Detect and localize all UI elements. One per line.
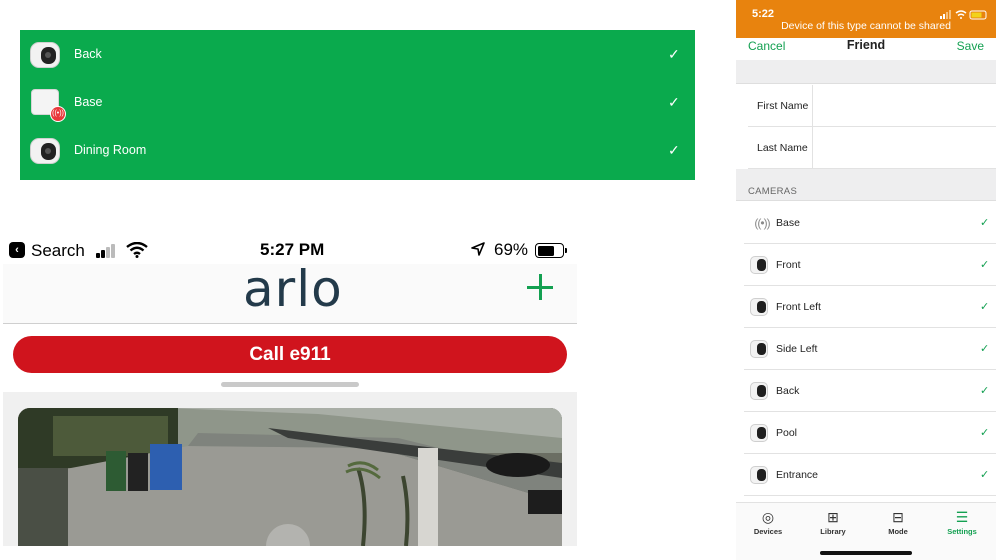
cellular-signal-icon	[96, 244, 118, 258]
camera-row-back[interactable]: Back ✓	[744, 370, 996, 412]
checkmark-icon: ✓	[668, 45, 680, 62]
arlo-logo: arlo	[243, 260, 343, 318]
camera-row-side-left[interactable]: Side Left ✓	[744, 328, 996, 370]
camera-icon	[748, 423, 770, 443]
app-header: arlo	[3, 260, 577, 324]
location-arrow-icon	[471, 242, 485, 256]
camera-name: Front	[776, 259, 801, 271]
camera-icon	[30, 134, 62, 166]
camera-icon	[748, 297, 770, 317]
camera-feed[interactable]	[18, 408, 562, 546]
camera-icon	[748, 255, 770, 275]
first-name-field[interactable]	[818, 91, 988, 121]
checkmark-icon: ✓	[980, 217, 990, 229]
navigation-bar: Cancel Friend Save	[736, 38, 996, 60]
device-label: Dining Room	[74, 143, 147, 157]
mode-icon: ⊟	[892, 509, 904, 525]
status-time: 5:22	[752, 8, 775, 20]
device-label: Base	[74, 95, 103, 109]
checkmark-icon: ✓	[980, 469, 990, 481]
warning-banner: 5:22 Device of this type cannot be share…	[736, 0, 996, 38]
checkmark-icon: ✓	[980, 301, 990, 313]
camera-name: Back	[776, 385, 800, 397]
status-time: 5:27 PM	[260, 240, 325, 259]
last-name-field[interactable]	[818, 133, 988, 163]
share-warning-text: Device of this type cannot be shared	[781, 20, 951, 32]
save-button[interactable]: Save	[957, 39, 984, 53]
device-row-base[interactable]: ((•)) Base ✓	[20, 78, 695, 126]
tab-label: Library	[820, 527, 846, 536]
camera-icon	[748, 381, 770, 401]
tab-label: Settings	[947, 527, 977, 536]
checkmark-icon: ✓	[668, 93, 680, 110]
wifi-icon	[126, 242, 148, 258]
drag-handle[interactable]	[221, 382, 359, 387]
add-device-button[interactable]	[525, 272, 555, 302]
camera-row-pool[interactable]: Pool ✓	[744, 412, 996, 454]
home-indicator	[820, 551, 912, 555]
camera-name: Front Left	[776, 301, 821, 313]
tab-label: Devices	[753, 527, 783, 536]
settings-icon: ☰	[955, 509, 969, 525]
battery-icon	[535, 243, 567, 258]
last-name-row: Last Name	[748, 127, 996, 169]
tab-mode[interactable]: ⊟ Mode	[868, 507, 928, 543]
device-row-dining-room[interactable]: Dining Room ✓	[20, 126, 695, 174]
tab-library[interactable]: ⊞ Library	[803, 507, 863, 543]
status-icons	[940, 10, 987, 20]
camera-name: Base	[776, 217, 800, 229]
device-selection-panel: Back ✓ ((•)) Base ✓ Dining Room ✓	[20, 30, 695, 180]
tab-settings[interactable]: ☰ Settings	[932, 507, 992, 543]
camera-row-front-left[interactable]: Front Left ✓	[744, 286, 996, 328]
composite-screenshot: Back ✓ ((•)) Base ✓ Dining Room ✓ ‹ Sear…	[0, 0, 999, 560]
library-icon: ⊞	[827, 509, 839, 525]
camera-icon	[748, 465, 770, 485]
base-station-icon: ((•))	[754, 216, 770, 230]
device-label: Back	[74, 47, 102, 61]
section-spacer	[736, 60, 996, 84]
back-to-app-icon[interactable]: ‹	[9, 242, 25, 258]
checkmark-icon: ✓	[980, 427, 990, 439]
camera-row-front[interactable]: Front ✓	[744, 244, 996, 286]
first-name-row: First Name	[748, 85, 996, 127]
section-header-label: CAMERAS	[748, 186, 798, 197]
back-app-label[interactable]: Search	[31, 241, 85, 261]
camera-name: Pool	[776, 427, 798, 439]
call-e911-button[interactable]: Call e911	[13, 336, 567, 373]
tab-devices[interactable]: ◎ Devices	[738, 507, 798, 543]
arlo-app-screen: ‹ Search 5:27 PM 69% arlo Call e911	[0, 232, 578, 546]
tab-bar: ◎ Devices ⊞ Library ⊟ Mode ☰ Settings	[736, 502, 996, 560]
base-station-icon: ((•))	[30, 86, 66, 122]
last-name-label: Last Name	[757, 142, 808, 154]
camera-row-entrance[interactable]: Entrance ✓	[744, 454, 996, 496]
camera-icon	[30, 38, 62, 70]
checkmark-icon: ✓	[668, 141, 680, 158]
camera-name: Side Left	[776, 343, 818, 355]
checkmark-icon: ✓	[980, 343, 990, 355]
devices-icon: ◎	[761, 509, 775, 525]
tab-label: Mode	[888, 527, 908, 536]
checkmark-icon: ✓	[980, 385, 990, 397]
share-friend-screen: 5:22 Device of this type cannot be share…	[736, 0, 996, 560]
camera-icon	[748, 339, 770, 359]
cameras-section-header: CAMERAS	[736, 169, 996, 201]
first-name-label: First Name	[757, 100, 809, 112]
checkmark-icon: ✓	[980, 259, 990, 271]
battery-percent: 69%	[494, 240, 529, 259]
camera-name: Entrance	[776, 469, 819, 481]
camera-feed-image	[18, 408, 562, 546]
camera-row-base[interactable]: ((•)) Base ✓	[744, 202, 996, 244]
device-row-back[interactable]: Back ✓	[20, 30, 695, 78]
